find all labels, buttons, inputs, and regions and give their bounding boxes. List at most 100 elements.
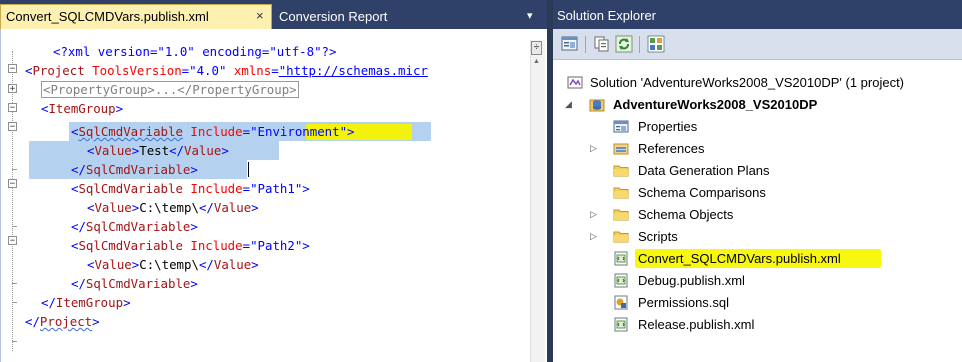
xml-punct: > — [190, 276, 198, 291]
xml-tag: SqlCmdVariable — [85, 162, 191, 177]
xml-punct: </ — [198, 257, 214, 272]
code-line: </ItemGroup> — [41, 293, 131, 312]
xml-attr: Include — [182, 238, 243, 253]
close-tab-icon[interactable]: × — [256, 8, 264, 23]
solution-explorer-pane: Solution Explorer Solution 'AdventureWor… — [553, 0, 962, 362]
fold-end-marker — [12, 341, 17, 342]
toolbar-separator — [585, 36, 586, 53]
xml-attr: Include — [182, 181, 243, 196]
code-line: </SqlCmdVariable> — [71, 160, 198, 179]
tree-item-release-publish[interactable]: Release.publish.xml — [553, 314, 962, 336]
tab-dropdown-icon[interactable]: ▾ — [527, 9, 533, 22]
tree-item-label: Schema Objects — [638, 207, 734, 222]
collapse-itemgroup-icon[interactable]: − — [8, 103, 17, 113]
schema-link[interactable]: "http://schemas.micr — [279, 63, 428, 78]
xml-tag: SqlCmdVariable — [85, 219, 191, 234]
xml-punct: > — [302, 238, 310, 253]
tree-item-debug-publish[interactable]: Debug.publish.xml — [553, 270, 962, 292]
properties-icon[interactable] — [561, 35, 579, 53]
fold-end-marker — [12, 226, 17, 227]
tab-convert-sqlcmdvars[interactable]: Convert_SQLCMDVars.publish.xml × — [0, 4, 272, 29]
split-window-button[interactable]: ÷ — [531, 41, 542, 55]
folder-icon — [613, 209, 629, 221]
xml-declaration: <?xml version="1.0" encoding="utf-8"?> — [53, 44, 337, 59]
tree-item-properties[interactable]: Properties — [553, 116, 962, 138]
tree-item-scripts[interactable]: ▷ Scripts — [553, 226, 962, 248]
tree-item-project[interactable]: ◢ AdventureWorks2008_VS2010DP — [553, 94, 962, 116]
xml-attr: xmlns — [226, 63, 272, 78]
view-class-diagram-icon[interactable] — [647, 35, 665, 53]
code-line: </SqlCmdVariable> — [71, 274, 198, 293]
tree-item-label: Solution 'AdventureWorks2008_VS2010DP' (… — [590, 75, 905, 90]
xml-tag: SqlCmdVariable — [78, 181, 183, 196]
expand-propertygroup-icon[interactable]: + — [8, 84, 17, 94]
xml-tag: Value — [184, 143, 222, 158]
xml-tag: SqlCmdVariable — [78, 238, 183, 253]
tree-item-data-generation-plans[interactable]: Data Generation Plans — [553, 160, 962, 182]
xml-file-icon — [614, 251, 628, 266]
expand-arrow-icon[interactable]: ▷ — [590, 231, 597, 242]
refresh-icon[interactable] — [615, 35, 633, 53]
tree-item-schema-comparisons[interactable]: Schema Comparisons — [553, 182, 962, 204]
xml-punct: > — [251, 257, 259, 272]
collapse-sqlcmdvariable-icon[interactable]: − — [8, 122, 17, 132]
tree-item-schema-objects[interactable]: ▷ Schema Objects — [553, 204, 962, 226]
fold-end-marker — [12, 283, 17, 284]
code-editor[interactable]: − + − − − − <?xml version="1.0" encoding… — [0, 29, 547, 362]
tree-item-label: Scripts — [638, 229, 678, 244]
solution-explorer-toolbar — [553, 29, 962, 60]
xml-punct: </ — [41, 295, 56, 310]
collapsed-propertygroup[interactable]: <PropertyGroup>...</PropertyGroup> — [41, 81, 299, 98]
vertical-scrollbar[interactable] — [530, 40, 545, 362]
collapse-arrow-icon[interactable]: ◢ — [565, 99, 572, 110]
xml-punct: </ — [169, 143, 185, 158]
properties-icon — [613, 120, 629, 133]
xml-text: C:\temp\ — [139, 257, 199, 272]
tree-item-solution[interactable]: Solution 'AdventureWorks2008_VS2010DP' (… — [553, 72, 962, 94]
xml-value: "Path1" — [250, 181, 303, 196]
xml-file-icon — [614, 273, 628, 288]
xml-value: "Path2" — [250, 238, 303, 253]
xml-punct: > — [190, 219, 198, 234]
xml-value: "4.0" — [189, 63, 227, 78]
xml-attr: ToolsVersion — [84, 63, 182, 78]
xml-tag: Value — [213, 200, 252, 215]
folder-icon — [613, 231, 629, 243]
collapse-sqlcmdvariable-icon[interactable]: − — [8, 236, 17, 246]
code-line: <SqlCmdVariable Include="Environment"> — [71, 122, 355, 141]
xml-punct: = — [242, 124, 251, 139]
tree-item-permissions-sql[interactable]: Permissions.sql — [553, 292, 962, 314]
tree-item-references[interactable]: ▷ References — [553, 138, 962, 160]
solution-tree: Solution 'AdventureWorks2008_VS2010DP' (… — [553, 60, 962, 362]
xml-punct: = — [271, 63, 279, 78]
code-line: <PropertyGroup>...</PropertyGroup> — [41, 80, 299, 99]
show-all-files-icon[interactable] — [593, 35, 611, 53]
collapse-project-icon[interactable]: − — [8, 64, 17, 74]
tree-item-label: References — [638, 141, 705, 156]
xml-punct: > — [115, 101, 124, 116]
expand-arrow-icon[interactable]: ▷ — [590, 209, 597, 220]
solution-explorer-title-bar: Solution Explorer — [553, 0, 962, 29]
tab-conversion-report[interactable]: Conversion Report — [279, 9, 387, 24]
expand-arrow-icon[interactable]: ▷ — [590, 143, 597, 154]
database-project-icon — [589, 99, 605, 112]
xml-text: Test — [139, 143, 170, 158]
xml-editor-pane: Convert_SQLCMDVars.publish.xml × Convers… — [0, 0, 547, 362]
tab-label: Convert_SQLCMDVars.publish.xml — [6, 9, 209, 24]
folder-icon — [613, 165, 629, 177]
tree-item-convert-sqlcmdvars[interactable]: Convert_SQLCMDVars.publish.xml — [553, 248, 962, 270]
scroll-up-icon[interactable]: ▲ — [533, 58, 540, 65]
xml-tag: SqlCmdVariable — [85, 276, 191, 291]
xml-punct: > — [251, 200, 259, 215]
tree-item-label: Convert_SQLCMDVars.publish.xml — [638, 251, 841, 266]
tree-item-label: Debug.publish.xml — [638, 273, 745, 288]
xml-tag: Value — [213, 257, 252, 272]
xml-punct: > — [123, 295, 131, 310]
xml-tag: ItemGroup — [48, 101, 116, 116]
collapse-sqlcmdvariable-icon[interactable]: − — [8, 179, 17, 189]
tree-item-label: Properties — [638, 119, 698, 134]
tree-item-label: Release.publish.xml — [638, 317, 755, 332]
code-line: <SqlCmdVariable Include="Path2"> — [71, 236, 310, 255]
xml-punct: = — [242, 181, 251, 196]
code-line: <?xml version="1.0" encoding="utf-8"?> — [53, 42, 336, 61]
